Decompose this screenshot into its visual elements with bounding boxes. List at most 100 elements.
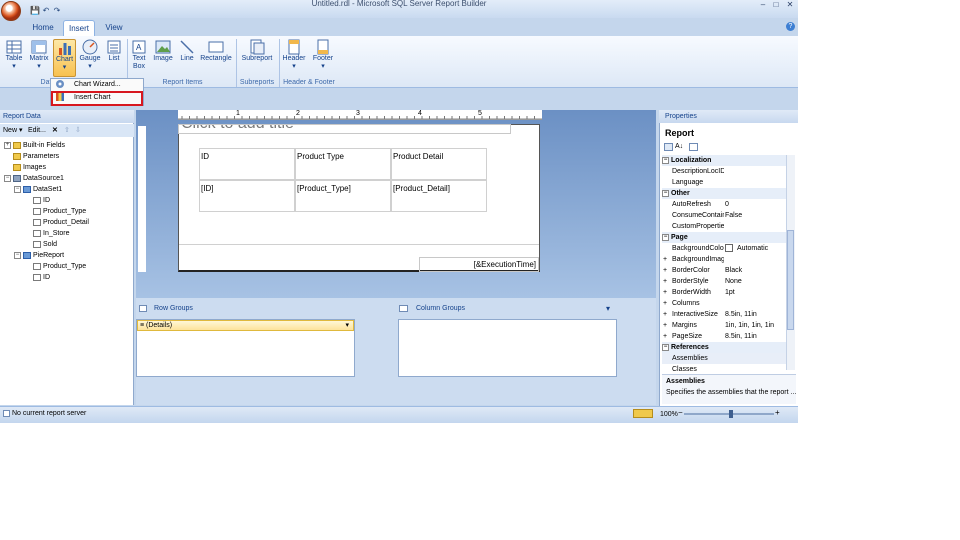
rectangle-button[interactable]: Rectangle [199,39,233,75]
property-row[interactable]: + Columns [662,298,786,309]
tree-item[interactable]: Sold [0,239,134,250]
collapse-icon[interactable]: − [662,189,669,197]
report-title-textbox[interactable]: Click to add title [178,124,511,134]
expand-icon[interactable]: + [663,265,667,276]
notification-icon[interactable] [633,409,653,418]
header-button[interactable]: Header ▾ [282,39,306,75]
save-icon[interactable]: 💾 [30,7,40,15]
textbox-button[interactable]: A Text Box [129,39,149,75]
property-row[interactable]: Assemblies [662,353,786,364]
expand-icon[interactable]: + [663,287,667,298]
property-row[interactable]: Language [662,177,786,188]
application-menu-button[interactable] [1,1,21,21]
table-header-cell[interactable]: ID [199,148,295,180]
details-group[interactable]: ≡ (Details) ▾ [137,320,354,331]
chart-button[interactable]: Chart ▾ [53,39,76,77]
property-value[interactable]: 1in, 1in, 1in, 1in [725,320,785,331]
groups-dropdown-arrow[interactable]: ▾ [606,304,610,313]
properties-scroll-thumb[interactable] [787,230,794,330]
collapse-icon[interactable]: − [662,156,669,164]
property-value[interactable]: 1pt [725,287,785,298]
property-row[interactable]: CustomProperties [662,221,786,232]
property-row[interactable]: AutoRefresh 0 [662,199,786,210]
column-groups-box[interactable] [398,319,617,377]
tree-item[interactable]: − DataSource1 [0,173,134,184]
property-category[interactable]: − References [662,342,786,353]
details-dropdown-arrow[interactable]: ▾ [345,321,349,331]
tree-item[interactable]: Images [0,162,134,173]
property-row[interactable]: + BorderColor Black [662,265,786,276]
property-row[interactable]: DescriptionLocID [662,166,786,177]
zoom-in-button[interactable]: + [775,408,780,417]
matrix-button[interactable]: Matrix ▾ [27,39,51,75]
property-row[interactable]: + BorderWidth 1pt [662,287,786,298]
property-row[interactable]: + BackgroundImage [662,254,786,265]
line-button[interactable]: Line [177,39,197,75]
table-header-cell[interactable]: Product Detail [391,148,487,180]
tree-item[interactable]: ID [0,272,134,283]
redo-icon[interactable]: ↷ [53,7,61,15]
table-detail-cell[interactable]: [ID] [199,180,295,212]
move-down-icon[interactable]: ⇩ [75,124,81,137]
move-up-icon[interactable]: ⇧ [64,124,70,137]
undo-icon[interactable]: ↶ [42,7,50,15]
property-category[interactable]: − Page [662,232,786,243]
table-header-cell[interactable]: Product Type [295,148,391,180]
tab-home[interactable]: Home [28,20,58,36]
help-icon[interactable]: ? [786,22,795,31]
expand-icon[interactable]: + [663,331,667,342]
tree-item[interactable]: Product_Type [0,261,134,272]
property-row[interactable]: BackgroundColor Automatic [662,243,786,254]
tab-insert[interactable]: Insert [63,20,95,36]
property-pages-icon[interactable] [689,143,698,151]
property-row[interactable]: Classes [662,364,786,375]
subreport-button[interactable]: Subreport [239,39,275,75]
property-value[interactable]: 0 [725,199,785,210]
property-category[interactable]: − Localization [662,155,786,166]
table-detail-cell[interactable]: [Product_Detail] [391,180,487,212]
expand-icon[interactable]: + [663,298,667,309]
tree-item[interactable]: In_Store [0,228,134,239]
tab-view[interactable]: View [100,20,128,36]
color-swatch[interactable] [725,244,733,253]
property-value[interactable]: None [725,276,785,287]
property-value[interactable]: 8.5in, 11in [725,331,785,342]
expand-icon[interactable]: + [663,254,667,265]
tree-item[interactable]: − PieReport [0,250,134,261]
expand-icon[interactable]: + [663,320,667,331]
property-value[interactable]: Automatic [725,243,785,254]
close-button[interactable]: ✕ [785,0,795,10]
gauge-button[interactable]: Gauge ▾ [79,39,101,75]
list-button[interactable]: List [104,39,124,75]
footer-button[interactable]: Footer ▾ [310,39,336,75]
zoom-slider-thumb[interactable] [729,410,733,418]
property-value[interactable]: 8.5in, 11in [725,309,785,320]
delete-icon[interactable]: ✕ [52,124,58,137]
maximize-button[interactable]: □ [771,0,781,10]
expand-icon[interactable]: + [4,141,11,149]
expand-icon[interactable]: + [663,309,667,320]
property-row[interactable]: + Margins 1in, 1in, 1in, 1in [662,320,786,331]
zoom-out-button[interactable]: − [678,408,683,417]
edit-button[interactable]: Edit... [28,124,46,137]
property-row[interactable]: + BorderStyle None [662,276,786,287]
image-button[interactable]: Image [151,39,175,75]
minimize-button[interactable]: – [758,0,768,10]
tree-item[interactable]: Product_Type [0,206,134,217]
expand-icon[interactable]: + [663,276,667,287]
tree-item[interactable]: Parameters [0,151,134,162]
table-detail-cell[interactable]: [Product_Type] [295,180,391,212]
collapse-icon[interactable]: − [14,251,21,259]
table-button[interactable]: Table ▾ [3,39,25,75]
collapse-icon[interactable]: − [4,174,11,182]
tree-item[interactable]: ID [0,195,134,206]
chart-wizard-menu-item[interactable]: Chart Wizard... [53,79,143,91]
property-value[interactable]: Black [725,265,785,276]
execution-time-textbox[interactable]: [&ExecutionTime] [419,257,539,272]
property-category[interactable]: − Other [662,188,786,199]
property-row[interactable]: ConsumeContainerWhitespaceFalse [662,210,786,221]
tree-item[interactable]: Product_Detail [0,217,134,228]
property-value[interactable]: False [725,210,785,221]
collapse-icon[interactable]: − [14,185,21,193]
collapse-icon[interactable]: − [662,233,669,241]
